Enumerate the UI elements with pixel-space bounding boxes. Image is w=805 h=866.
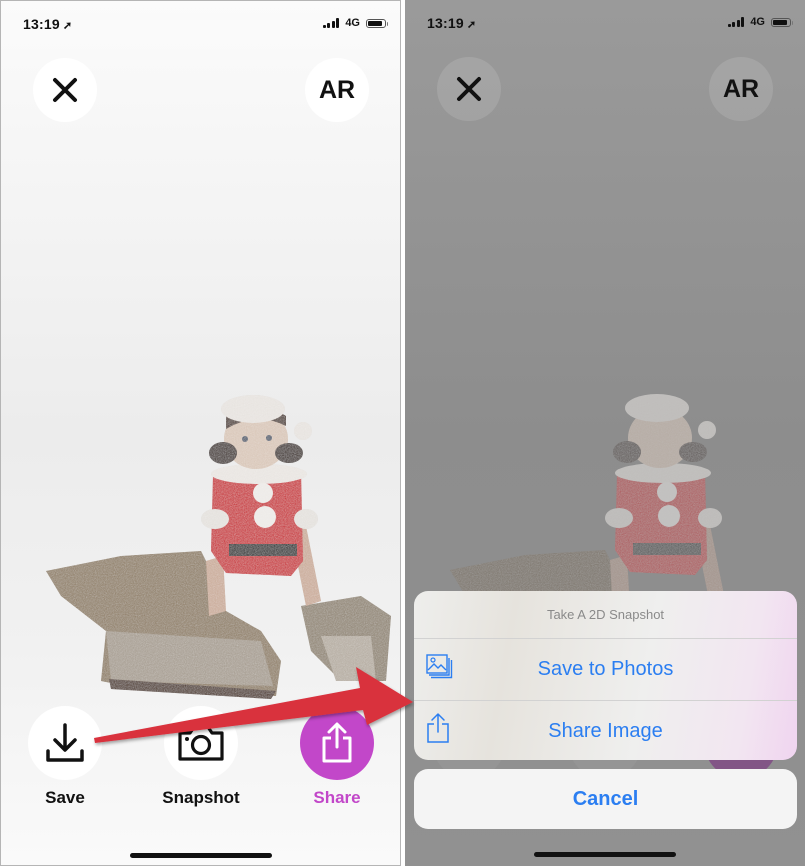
app-screen-before: 13:19 ➚ 4G AR Save Snapshot Share bbox=[0, 0, 401, 866]
snapshot-label: Snapshot bbox=[162, 788, 240, 807]
action-bar: Save Snapshot Share bbox=[1, 706, 400, 816]
cancel-button[interactable]: Cancel bbox=[414, 769, 797, 829]
signal-icon bbox=[322, 18, 340, 28]
share-icon bbox=[426, 712, 450, 750]
battery-icon bbox=[771, 17, 793, 27]
action-sheet-title: Take A 2D Snapshot bbox=[414, 591, 797, 639]
camera-icon bbox=[178, 725, 224, 761]
network-type: 4G bbox=[345, 17, 360, 29]
ar-button: AR bbox=[709, 57, 773, 121]
status-bar: 13:19 ➚ 4G bbox=[1, 1, 400, 49]
download-icon bbox=[46, 723, 84, 762]
status-time: 13:19 ➚ bbox=[23, 16, 73, 32]
close-icon bbox=[457, 77, 481, 101]
point-cloud bbox=[46, 395, 391, 699]
share-image-button[interactable]: Share Image bbox=[414, 700, 797, 760]
battery-icon bbox=[366, 18, 388, 28]
app-screen-after: 13:19 ➚ 4G AR Take A 2D Snapshot Save to… bbox=[405, 0, 805, 866]
action-sheet: Take A 2D Snapshot Save to Photos Share … bbox=[414, 591, 797, 760]
3d-scan-model[interactable] bbox=[1, 361, 401, 701]
photos-icon bbox=[426, 653, 454, 686]
share-button[interactable]: Share bbox=[292, 706, 382, 808]
save-label: Save bbox=[45, 788, 85, 807]
status-bar: 13:19 ➚ 4G bbox=[405, 0, 805, 48]
home-indicator[interactable] bbox=[534, 852, 676, 857]
save-button[interactable]: Save bbox=[20, 706, 110, 808]
home-indicator[interactable] bbox=[130, 853, 272, 858]
location-arrow-icon: ➚ bbox=[466, 19, 477, 31]
location-arrow-icon: ➚ bbox=[62, 20, 73, 32]
snapshot-button[interactable]: Snapshot bbox=[156, 706, 246, 808]
share-label: Share bbox=[313, 788, 361, 807]
share-icon bbox=[322, 722, 352, 763]
share-image-label: Share Image bbox=[548, 719, 663, 742]
close-icon bbox=[53, 78, 77, 102]
save-to-photos-label: Save to Photos bbox=[537, 658, 674, 680]
signal-icon bbox=[727, 17, 745, 27]
close-button bbox=[437, 57, 501, 121]
close-button[interactable] bbox=[33, 58, 97, 122]
status-time: 13:19 ➚ bbox=[427, 15, 477, 31]
network-type: 4G bbox=[750, 16, 765, 28]
ar-button[interactable]: AR bbox=[305, 58, 369, 122]
save-to-photos-button[interactable]: Save to Photos bbox=[414, 639, 797, 700]
